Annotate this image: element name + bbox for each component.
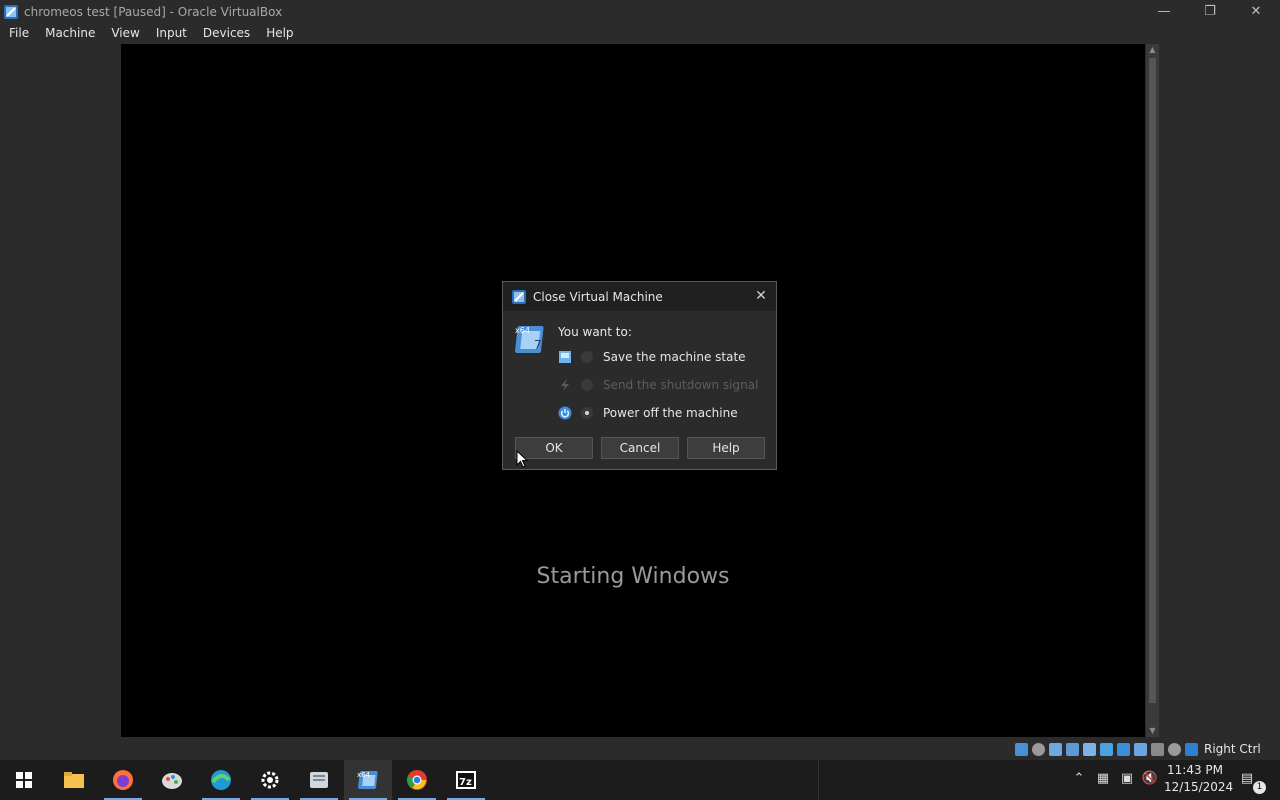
taskbar-firefox[interactable] bbox=[99, 760, 147, 800]
shutdown-signal-label: Send the shutdown signal bbox=[603, 378, 759, 392]
shutdown-signal-radio bbox=[581, 379, 593, 391]
dialog-title: Close Virtual Machine bbox=[533, 289, 663, 304]
power-icon bbox=[558, 406, 572, 420]
shutdown-signal-icon bbox=[561, 379, 569, 391]
virtualbox-icon bbox=[512, 289, 526, 304]
documents-icon bbox=[310, 772, 328, 788]
taskbar-edge[interactable] bbox=[197, 760, 245, 800]
paint-icon bbox=[162, 773, 182, 789]
clock-date: 12/15/2024 bbox=[1164, 780, 1234, 794]
vm-boot-text: Starting Windows bbox=[536, 564, 730, 589]
usb-icon[interactable] bbox=[1083, 742, 1096, 756]
vertical-scrollbar[interactable]: ▲ ▼ bbox=[1146, 44, 1159, 737]
restore-button[interactable]: ❐ bbox=[1187, 0, 1233, 23]
display-icon[interactable] bbox=[1117, 742, 1130, 756]
taskbar-settings[interactable] bbox=[246, 760, 294, 800]
volume-muted-icon[interactable]: 🔇 bbox=[1141, 770, 1159, 788]
tray-app-icon[interactable]: ▦ bbox=[1094, 770, 1112, 788]
host-key-label[interactable]: Right Ctrl bbox=[1204, 742, 1261, 756]
7zip-icon: 7z bbox=[456, 771, 476, 789]
firefox-icon bbox=[113, 770, 133, 790]
chrome-icon bbox=[407, 770, 427, 790]
close-vm-dialog: Close Virtual Machine ✕ x64 7 You want t… bbox=[502, 281, 777, 470]
window-title: chromeos test [Paused] - Oracle VirtualB… bbox=[24, 4, 283, 19]
show-hidden-icons-chevron-icon[interactable]: ⌃ bbox=[1070, 770, 1088, 788]
recording-icon[interactable] bbox=[1134, 742, 1147, 756]
save-state-icon bbox=[559, 351, 571, 363]
dialog-title-bar: Close Virtual Machine bbox=[503, 282, 776, 311]
taskbar-virtualbox[interactable]: x64 bbox=[344, 760, 392, 800]
scrollbar-thumb[interactable] bbox=[1149, 58, 1156, 703]
minimize-button[interactable]: — bbox=[1141, 0, 1187, 23]
taskbar-paint[interactable] bbox=[148, 760, 196, 800]
menu-machine[interactable]: Machine bbox=[40, 23, 102, 44]
scroll-up-icon[interactable]: ▲ bbox=[1146, 44, 1159, 56]
option-save-state[interactable]: Save the machine state bbox=[558, 348, 746, 366]
taskbar-7zip[interactable]: 7z bbox=[442, 760, 490, 800]
close-window-button[interactable]: ✕ bbox=[1233, 0, 1279, 23]
file-explorer-icon bbox=[64, 772, 84, 788]
dialog-close-icon[interactable]: ✕ bbox=[752, 287, 770, 305]
menu-bar: File Machine View Input Devices Help bbox=[0, 23, 1280, 44]
notification-count-badge: 1 bbox=[1253, 781, 1266, 794]
mouse-cursor-icon bbox=[516, 450, 528, 468]
power-off-radio[interactable] bbox=[581, 407, 593, 419]
start-button[interactable] bbox=[0, 760, 48, 800]
taskbar-file-explorer[interactable] bbox=[50, 760, 98, 800]
menu-devices[interactable]: Devices bbox=[198, 23, 257, 44]
virtualization-icon[interactable] bbox=[1151, 742, 1164, 756]
option-shutdown-signal: Send the shutdown signal bbox=[558, 376, 758, 394]
taskbar-clock[interactable]: 11:43 PM 12/15/2024 bbox=[1164, 762, 1234, 796]
menu-file[interactable]: File bbox=[4, 23, 36, 44]
os-windows7-x64-icon: x64 7 bbox=[515, 326, 544, 353]
power-off-label[interactable]: Power off the machine bbox=[603, 406, 738, 420]
svg-text:7: 7 bbox=[534, 338, 542, 352]
start-icon bbox=[16, 772, 32, 788]
scroll-down-icon[interactable]: ▼ bbox=[1146, 725, 1159, 737]
network-icon[interactable] bbox=[1066, 742, 1079, 756]
menu-input[interactable]: Input bbox=[151, 23, 194, 44]
shared-folder-icon[interactable] bbox=[1100, 742, 1113, 756]
vm-status-bar: Right Ctrl bbox=[1015, 740, 1280, 758]
dialog-prompt: You want to: bbox=[558, 325, 632, 339]
taskbar-chrome[interactable] bbox=[393, 760, 441, 800]
menu-help[interactable]: Help bbox=[261, 23, 300, 44]
cpu-icon[interactable] bbox=[1168, 742, 1181, 756]
taskbar-documents[interactable] bbox=[295, 760, 343, 800]
taskbar-empty-area bbox=[818, 760, 1062, 800]
option-power-off[interactable]: Power off the machine bbox=[558, 404, 738, 422]
optical-drive-icon[interactable] bbox=[1032, 742, 1045, 756]
svg-text:7z: 7z bbox=[459, 777, 472, 788]
settings-icon bbox=[261, 771, 279, 789]
network-icon[interactable]: ▣ bbox=[1118, 770, 1136, 788]
virtualbox-icon: x64 bbox=[357, 771, 378, 789]
help-button[interactable]: Help bbox=[687, 437, 765, 459]
keyboard-icon[interactable] bbox=[1185, 742, 1198, 756]
save-state-label[interactable]: Save the machine state bbox=[603, 350, 746, 364]
menu-view[interactable]: View bbox=[106, 23, 146, 44]
audio-icon[interactable] bbox=[1049, 742, 1062, 756]
hard-disk-icon[interactable] bbox=[1015, 742, 1028, 756]
save-state-radio[interactable] bbox=[581, 351, 593, 363]
svg-text:x64: x64 bbox=[357, 771, 371, 779]
edge-icon bbox=[211, 770, 231, 790]
window-title-bar: chromeos test [Paused] - Oracle VirtualB… bbox=[0, 0, 1280, 23]
virtualbox-icon bbox=[4, 4, 18, 19]
svg-text:x64: x64 bbox=[515, 326, 530, 335]
clock-time: 11:43 PM bbox=[1167, 763, 1223, 777]
cancel-button[interactable]: Cancel bbox=[601, 437, 679, 459]
